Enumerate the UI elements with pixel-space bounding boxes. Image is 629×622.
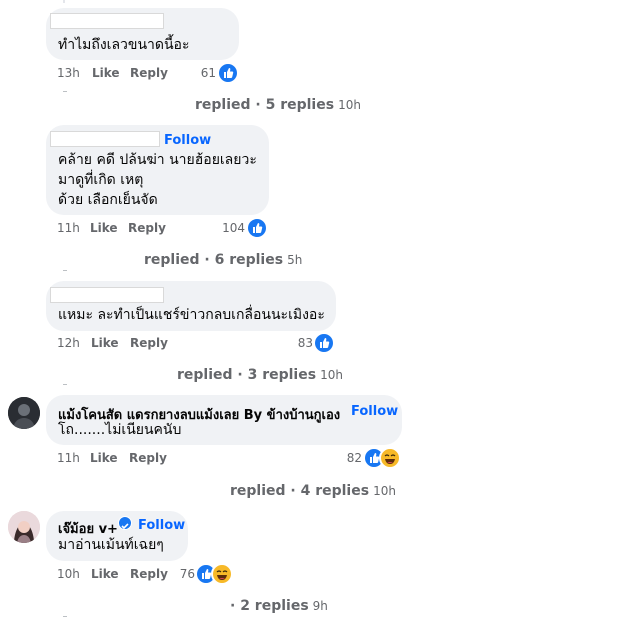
replies-label: replied · 4 replies bbox=[230, 483, 370, 499]
reaction-count[interactable]: 83 bbox=[273, 336, 313, 350]
reply-button[interactable]: Reply bbox=[130, 66, 168, 80]
thread-line bbox=[63, 0, 65, 3]
view-replies-link[interactable]: replied · 3 replies 10h bbox=[177, 367, 343, 383]
follow-button[interactable]: Follow bbox=[351, 404, 398, 419]
view-replies-link[interactable]: replied · 6 replies 5h bbox=[144, 252, 302, 268]
replies-time: 10h bbox=[373, 484, 396, 498]
view-replies-link[interactable]: · 2 replies 9h bbox=[230, 598, 328, 614]
redacted-author-name bbox=[50, 13, 164, 29]
like-button[interactable]: Like bbox=[91, 567, 119, 581]
view-replies-link[interactable]: replied · 5 replies 10h bbox=[195, 97, 361, 113]
follow-button[interactable]: Follow bbox=[138, 518, 185, 533]
thread-connector bbox=[63, 91, 67, 92]
comment-time[interactable]: 11h bbox=[57, 221, 80, 235]
redacted-author-name bbox=[50, 287, 164, 303]
comment-actions: 11h Like Reply bbox=[57, 451, 307, 467]
replies-time: 10h bbox=[320, 368, 343, 382]
reply-button[interactable]: Reply bbox=[129, 451, 167, 465]
view-replies-link[interactable]: replied · 4 replies 10h bbox=[230, 483, 396, 499]
haha-reaction-icon bbox=[379, 447, 401, 469]
comment-text-line: มาดูที่เกิด เหตุ bbox=[58, 172, 144, 188]
reaction-count[interactable]: 76 bbox=[155, 567, 195, 581]
comment-time[interactable]: 13h bbox=[57, 66, 80, 80]
thread-connector bbox=[63, 270, 67, 271]
like-reaction-icon bbox=[217, 62, 239, 84]
comment-text: มาอ่านเม้นท์เฉยๆ bbox=[58, 537, 164, 553]
replies-time: 10h bbox=[338, 98, 361, 112]
like-button[interactable]: Like bbox=[90, 451, 118, 465]
avatar[interactable] bbox=[8, 397, 40, 429]
comment-time[interactable]: 11h bbox=[57, 451, 80, 465]
comment-text-line: ด้วย เลือกเย็นจัด bbox=[58, 192, 158, 208]
reaction-count[interactable]: 104 bbox=[205, 221, 245, 235]
like-reaction-icon bbox=[313, 332, 335, 354]
replies-time: 9h bbox=[312, 599, 328, 613]
comment-text-line: คล้าย คดี ปล้นฆ่า นายฮ้อยเลยวะ bbox=[58, 152, 257, 168]
follow-button[interactable]: Follow bbox=[164, 133, 211, 148]
comment-text: ทำไมถึงเลวขนาดนี้อะ bbox=[58, 37, 190, 53]
reaction-count[interactable]: 82 bbox=[322, 451, 362, 465]
comment-time[interactable]: 12h bbox=[57, 336, 80, 350]
verified-badge-icon bbox=[118, 516, 132, 530]
comment-text: แหมะ ละทำเป็นแชร์ข่าวกลบเกลื่อนนะเมิงอะ bbox=[58, 307, 325, 323]
replies-label: replied · 3 replies bbox=[177, 367, 317, 383]
thread-connector bbox=[63, 616, 67, 617]
comment-time[interactable]: 10h bbox=[57, 567, 80, 581]
replies-label: replied · 6 replies bbox=[144, 252, 284, 268]
reply-button[interactable]: Reply bbox=[128, 221, 166, 235]
comment-actions: 11h Like Reply bbox=[57, 221, 307, 237]
reaction-count[interactable]: 61 bbox=[176, 66, 216, 80]
comment-actions: 12h Like Reply bbox=[57, 336, 307, 352]
like-reaction-icon bbox=[246, 217, 268, 239]
replies-time: 5h bbox=[287, 253, 303, 267]
like-button[interactable]: Like bbox=[92, 66, 120, 80]
comment-text: โถ.......ไม่เนียนคนับ bbox=[58, 422, 182, 438]
haha-reaction-icon bbox=[211, 563, 233, 585]
like-button[interactable]: Like bbox=[91, 336, 119, 350]
reply-button[interactable]: Reply bbox=[130, 336, 168, 350]
redacted-author-name bbox=[50, 131, 160, 147]
replies-label: · 2 replies bbox=[230, 598, 309, 614]
thread-connector bbox=[63, 384, 67, 385]
replies-label: replied · 5 replies bbox=[195, 97, 335, 113]
avatar[interactable] bbox=[8, 511, 40, 543]
like-button[interactable]: Like bbox=[90, 221, 118, 235]
